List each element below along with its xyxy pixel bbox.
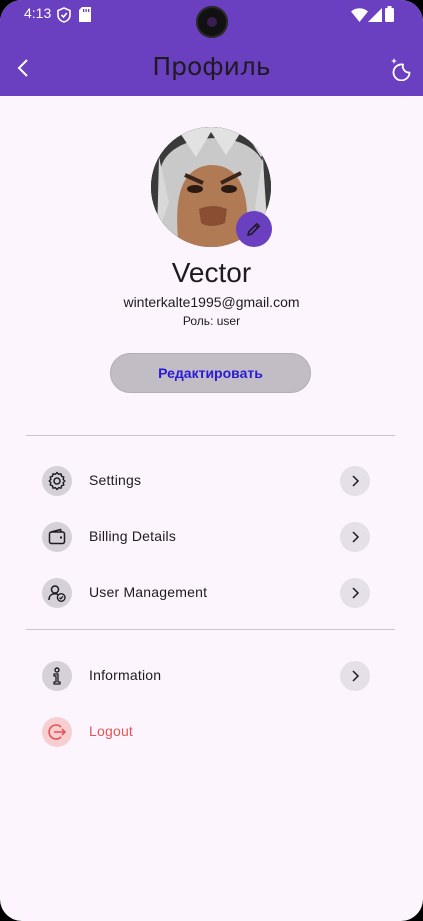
user-name: Vector [171,257,252,288]
wifi-icon [351,7,368,26]
logout-icon [42,717,72,747]
chevron-right-icon [340,578,370,608]
menu-item-settings[interactable]: Settings [26,459,395,503]
chevron-right-icon [340,466,370,496]
edit-avatar-button[interactable] [236,211,272,247]
page-title: Профиль [152,52,271,81]
menu-item-label: Billing Details [89,528,177,544]
signal-icon [368,7,382,26]
menu-item-label: Settings [89,472,142,488]
pencil-icon [247,223,260,236]
user-role: Роль: user [182,314,241,328]
status-time: 4:13 [24,5,52,21]
divider [26,435,395,436]
gear-icon [42,466,72,496]
dark-mode-icon [391,58,411,82]
edit-profile-button[interactable]: Редактировать [110,353,311,393]
theme-toggle-button[interactable] [388,57,412,82]
battery-icon [385,6,394,26]
wallet-icon [42,522,72,552]
app-bar: 4:13 Профиль [0,0,423,96]
menu-item-label: User Management [89,584,208,600]
menu-item-logout[interactable]: Logout [26,710,395,754]
chevron-right-icon [340,661,370,691]
menu-item-user-management[interactable]: User Management [26,571,395,615]
info-icon [42,661,72,691]
chevron-right-icon [340,522,370,552]
menu-item-label: Logout [89,723,134,739]
shield-icon [57,7,71,27]
menu-item-label: Information [89,667,162,683]
status-bar: 4:13 [0,0,423,38]
front-camera [196,6,228,38]
divider [26,629,395,630]
menu-item-information[interactable]: Information [26,654,395,698]
menu-item-billing[interactable]: Billing Details [26,515,395,559]
user-email: winterkalte1995@gmail.com [123,294,300,310]
sd-card-icon [79,7,91,26]
avatar-container [151,127,272,247]
profile-screen: 4:13 Профиль Vector winterkalte1995@gmai… [0,0,423,921]
user-check-icon [42,578,72,608]
